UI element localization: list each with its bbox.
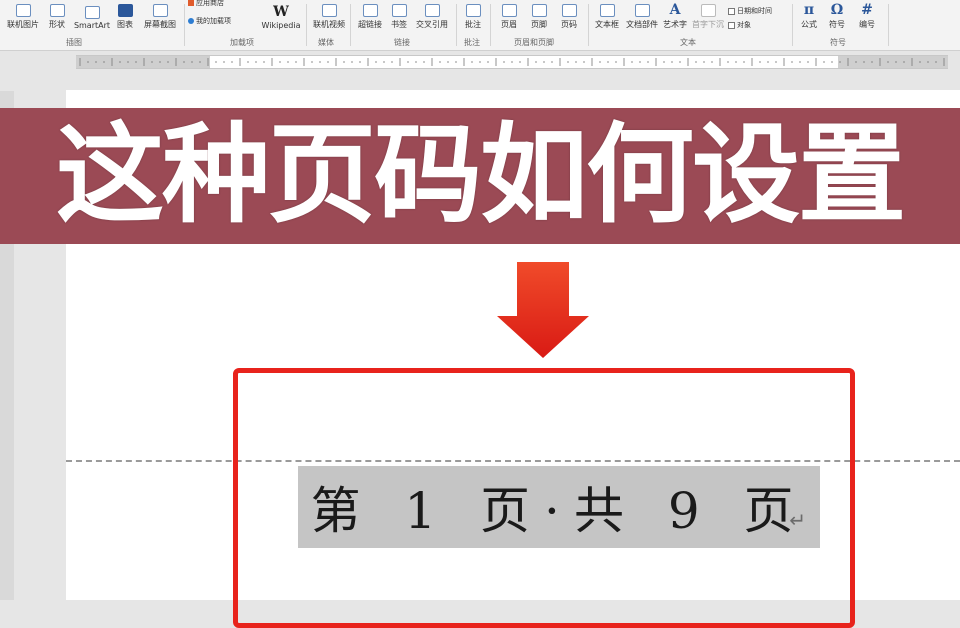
video-icon xyxy=(321,4,337,17)
group-comments: 批注 xyxy=(464,38,480,47)
store-icon xyxy=(188,0,194,6)
footer-button[interactable]: 页脚 xyxy=(526,0,552,30)
bookmark-icon xyxy=(391,4,407,17)
down-arrow-icon xyxy=(497,262,589,358)
doc-parts-icon xyxy=(634,4,650,17)
wikipedia-button[interactable]: W Wikipedia xyxy=(258,0,304,30)
online-picture-button[interactable]: 联机图片 xyxy=(4,0,42,30)
number-button[interactable]: # 编号 xyxy=(856,0,878,30)
bookmark-button[interactable]: 书签 xyxy=(388,0,410,30)
group-separator xyxy=(792,4,793,46)
link-icon xyxy=(362,4,378,17)
group-illustrations: 插图 xyxy=(66,38,82,47)
group-separator xyxy=(588,4,589,46)
group-separator xyxy=(456,4,457,46)
my-addins-button[interactable]: 我的加载项 xyxy=(188,16,231,26)
object-icon xyxy=(728,21,735,29)
shapes-button[interactable]: 形状 xyxy=(44,0,70,30)
chart-button[interactable]: 图表 xyxy=(114,0,136,30)
crossref-button[interactable]: 交叉引用 xyxy=(412,0,452,30)
ribbon: 联机图片 形状 SmartArt 图表 屏幕截图 插图 应用商店 我的加载项 W… xyxy=(0,0,960,51)
group-text: 文本 xyxy=(680,38,696,47)
group-separator xyxy=(184,4,185,46)
textbox-icon xyxy=(599,4,615,17)
number-icon: # xyxy=(861,2,873,18)
header-icon xyxy=(501,4,517,17)
wordart-icon: A xyxy=(669,2,681,18)
group-media: 媒体 xyxy=(318,38,334,47)
store-button[interactable]: 应用商店 xyxy=(188,0,224,8)
group-symbols: 符号 xyxy=(830,38,846,47)
group-addins: 加载项 xyxy=(230,38,254,47)
textbox-button[interactable]: 文本框 xyxy=(592,0,622,30)
group-separator xyxy=(888,4,889,46)
object-button[interactable]: 对象 xyxy=(728,20,751,30)
page-number-button[interactable]: 页码 xyxy=(556,0,582,30)
equation-icon: π xyxy=(803,2,815,18)
group-links: 链接 xyxy=(394,38,410,47)
calendar-icon xyxy=(728,7,735,15)
wordart-button[interactable]: A 艺术字 xyxy=(662,0,688,30)
group-header-footer: 页眉和页脚 xyxy=(514,38,554,47)
datetime-button[interactable]: 日期和时间 xyxy=(728,6,772,16)
symbol-button[interactable]: Ω 符号 xyxy=(826,0,848,30)
group-separator xyxy=(350,4,351,46)
camera-icon xyxy=(152,4,168,17)
doc-parts-button[interactable]: 文档部件 xyxy=(624,0,660,30)
smartart-button[interactable]: SmartArt xyxy=(72,0,112,30)
footer-icon xyxy=(531,4,547,17)
chart-icon xyxy=(117,4,133,17)
shapes-icon xyxy=(49,4,65,17)
equation-button[interactable]: π 公式 xyxy=(798,0,820,30)
ruler-ticks xyxy=(79,58,945,66)
online-video-button[interactable]: 联机视频 xyxy=(310,0,348,30)
comment-icon xyxy=(465,4,481,17)
dropcap-button[interactable]: 首字下沉 xyxy=(690,0,726,30)
banner-title: 这种页码如何设置 xyxy=(55,113,906,238)
ruler-strip xyxy=(76,55,948,69)
omega-icon: Ω xyxy=(830,2,844,18)
addins-icon xyxy=(188,18,194,24)
link-button[interactable]: 超链接 xyxy=(354,0,386,30)
header-button[interactable]: 页眉 xyxy=(496,0,522,30)
highlight-frame xyxy=(233,368,855,628)
screenshot-button[interactable]: 屏幕截图 xyxy=(140,0,180,30)
horizontal-ruler[interactable] xyxy=(0,51,960,71)
picture-icon xyxy=(15,4,31,17)
group-separator xyxy=(306,4,307,46)
dropcap-icon xyxy=(700,4,716,17)
wikipedia-icon: W xyxy=(273,4,289,20)
page-number-icon xyxy=(561,4,577,17)
smartart-icon xyxy=(84,6,100,19)
comment-button[interactable]: 批注 xyxy=(460,0,486,30)
group-separator xyxy=(490,4,491,46)
title-banner: 这种页码如何设置 xyxy=(0,108,960,244)
crossref-icon xyxy=(424,4,440,17)
